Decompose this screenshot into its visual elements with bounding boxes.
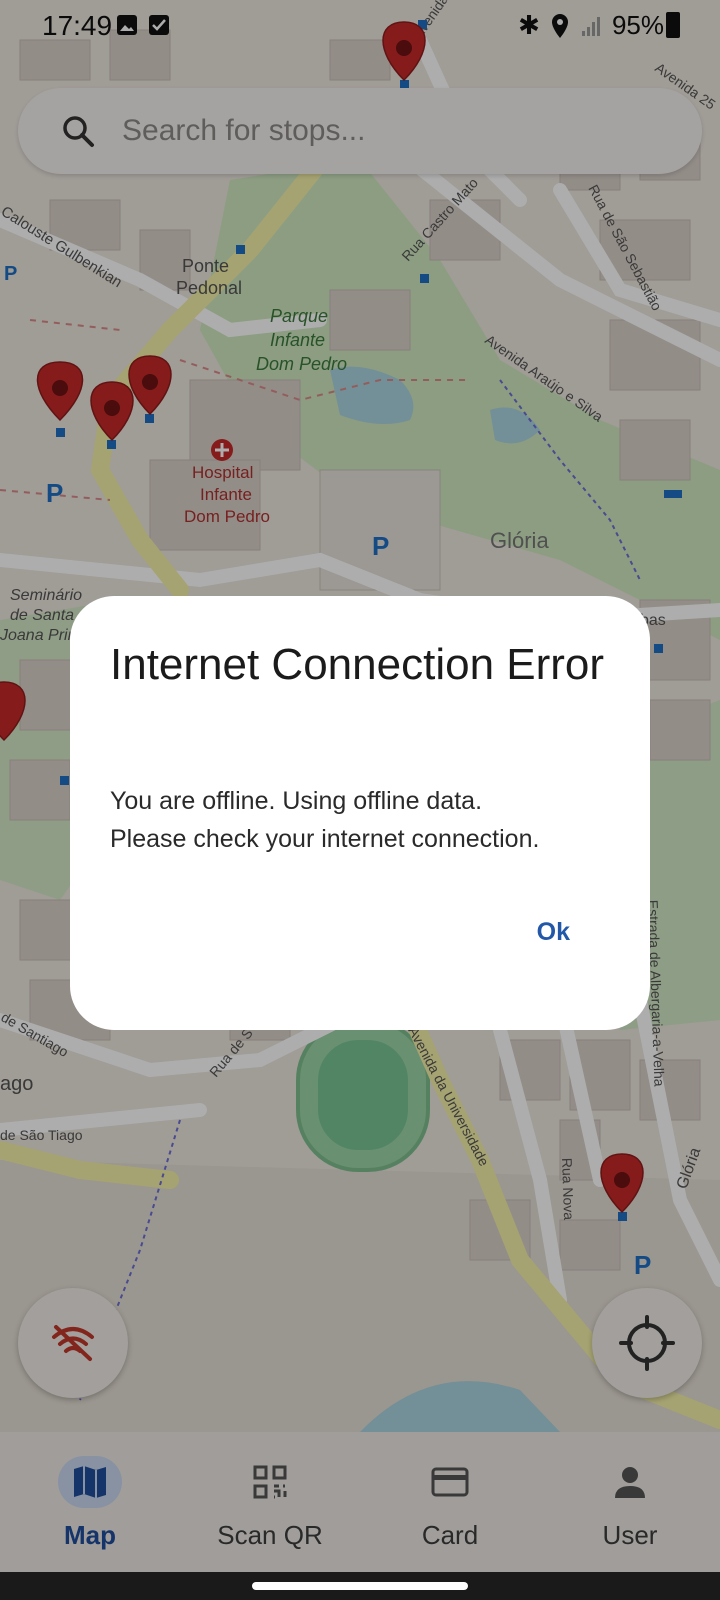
dialog-title: Internet Connection Error	[110, 640, 605, 689]
system-navigation-bar	[0, 1572, 720, 1600]
home-indicator[interactable]	[252, 1582, 468, 1590]
ok-button[interactable]: Ok	[537, 918, 570, 947]
connection-error-dialog: Internet Connection Error You are offlin…	[70, 596, 650, 1030]
dialog-message: You are offline. Using offline data. Ple…	[110, 787, 540, 853]
